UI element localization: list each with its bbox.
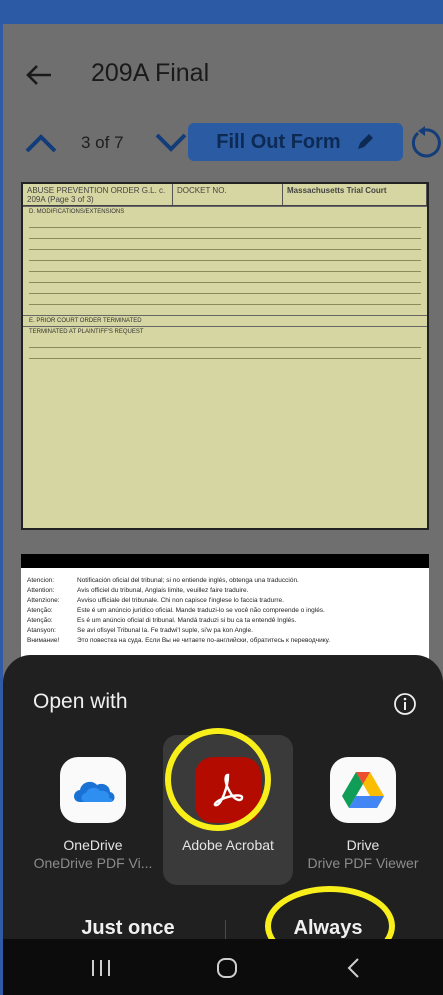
language-label: Atencion: (27, 577, 55, 584)
notice-text: Avis officiel du tribunal, Anglais limit… (77, 587, 249, 594)
notice-row: Atencion: Notificación oficial del tribun… (21, 576, 429, 586)
google-drive-icon (330, 757, 396, 823)
language-label: Внимание! (27, 637, 60, 644)
app-name-onedrive: OneDrive (63, 837, 123, 853)
app-option-adobe-acrobat[interactable]: Adobe Acrobat (163, 735, 293, 885)
language-label: Atansyon: (27, 627, 56, 634)
pdf-viewer-screen: 209A Final 3 of 7 Fill Out Form ABUSE PR… (3, 24, 443, 995)
system-back-icon[interactable] (346, 957, 360, 979)
form-title: ABUSE PREVENTION ORDER G.L. c. 209A (Pag… (23, 184, 173, 205)
notice-text: Este é um anúncio jurídico oficial. Mand… (77, 607, 325, 614)
notice-text: Se avi ofisyel Tribunal la. Fe tradwi'l … (77, 627, 253, 634)
page-navigation: 3 of 7 Fill Out Form (3, 119, 443, 167)
notice-text: Notificación oficial del tribunal; si no… (77, 577, 299, 584)
notice-text: Это повестка на суда. Если Вы не читаете… (77, 637, 331, 644)
status-bar (0, 0, 443, 24)
language-label: Atenção: (27, 607, 53, 614)
form-line (29, 304, 421, 305)
app-option-onedrive[interactable]: OneDrive OneDrive PDF Vi... (28, 735, 158, 885)
adobe-acrobat-icon (195, 757, 261, 823)
home-icon[interactable] (216, 957, 238, 979)
form-line (29, 249, 421, 250)
form-line (29, 293, 421, 294)
form-line (29, 271, 421, 272)
app-name-drive: Drive (346, 837, 380, 853)
form-line (29, 347, 421, 348)
notice-row: Atansyon: Se avi ofisyel Tribunal la. Fe … (21, 626, 429, 636)
next-page-icon[interactable] (153, 131, 189, 155)
info-icon[interactable] (393, 692, 417, 716)
document-title: 209A Final (91, 59, 210, 87)
form-line (29, 358, 421, 359)
previous-page-icon[interactable] (23, 131, 59, 155)
section-terminated: E. PRIOR COURT ORDER TERMINATED (23, 315, 427, 326)
system-navigation-bar (3, 939, 443, 995)
back-arrow-icon[interactable] (25, 64, 53, 86)
app-name-adobe-acrobat: Adobe Acrobat (182, 837, 274, 853)
document-page-3: ABUSE PREVENTION ORDER G.L. c. 209A (Pag… (21, 182, 429, 530)
sheet-title: Open with (33, 690, 128, 713)
app-sub-onedrive: OneDrive PDF Vi... (33, 855, 153, 871)
refresh-icon[interactable] (408, 125, 443, 161)
always-button[interactable]: Always (253, 917, 403, 940)
app-bar: 209A Final (3, 24, 443, 114)
form-header: ABUSE PREVENTION ORDER G.L. c. 209A (Pag… (23, 184, 427, 206)
section-plaintiff-request: TERMINATED AT PLAINTIFF'S REQUEST (23, 326, 427, 337)
form-line (29, 282, 421, 283)
language-label: Attention: (27, 587, 55, 594)
notice-row: Внимание! Это повестка на суда. Если Вы н… (21, 636, 429, 646)
fill-out-form-label: Fill Out Form (216, 130, 341, 153)
language-label: Attenzione: (27, 597, 60, 604)
form-line (29, 260, 421, 261)
notice-text: Avviso ufficiale del tribunale. Chi non … (77, 597, 284, 604)
language-label: Atenção: (27, 617, 53, 624)
docket-label: DOCKET NO. (173, 184, 283, 205)
court-name: Massachusetts Trial Court (283, 184, 427, 205)
fill-out-form-button[interactable]: Fill Out Form (188, 123, 403, 161)
open-with-sheet: Open with OneDrive OneDrive PDF Vi... Ad… (3, 655, 443, 966)
form-line (29, 238, 421, 239)
app-sub-drive: Drive PDF Viewer (307, 855, 419, 871)
pencil-icon (357, 134, 373, 149)
notice-row: Atenção: Este é um anúncio jurídico ofici… (21, 606, 429, 616)
page-counter: 3 of 7 (81, 133, 124, 152)
recent-apps-icon[interactable] (90, 959, 112, 977)
notice-row: Atenção: Es é um anúncio oficial di tribu… (21, 616, 429, 626)
onedrive-icon (60, 757, 126, 823)
just-once-button[interactable]: Just once (53, 917, 203, 940)
notice-row: Attenzione: Avviso ufficiale del tribunal… (21, 596, 429, 606)
form-line (29, 227, 421, 228)
section-modifications: D. MODIFICATIONS/EXTENSIONS (23, 206, 427, 217)
notice-text: Es é um anúncio oficial di tribunal. Man… (77, 617, 297, 624)
notice-row: Attention: Avis officiel du tribunal, Ang… (21, 586, 429, 596)
app-option-drive[interactable]: Drive Drive PDF Viewer (298, 735, 428, 885)
